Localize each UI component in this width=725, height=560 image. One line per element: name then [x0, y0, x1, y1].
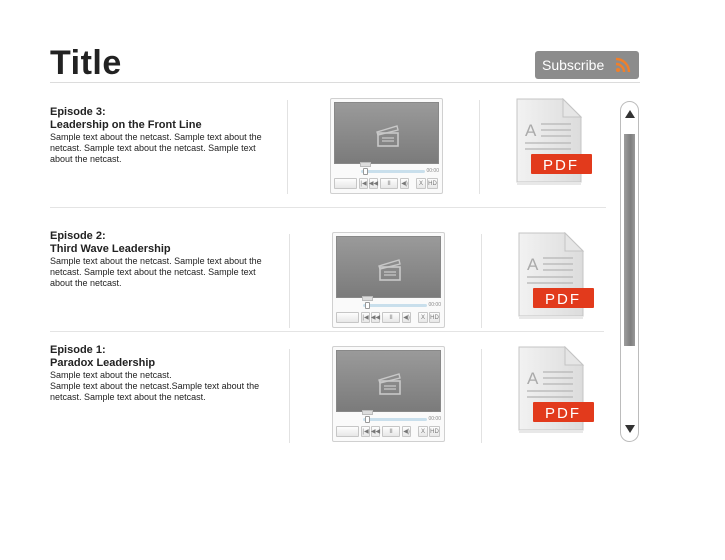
arrow-up-icon[interactable]: [625, 110, 635, 118]
close-button[interactable]: X: [418, 426, 428, 437]
column-divider: [289, 234, 290, 328]
timeline-tag: [360, 162, 371, 167]
pause-button[interactable]: II: [382, 312, 400, 323]
title-divider: [50, 82, 640, 83]
volume-button[interactable]: ◀): [402, 426, 411, 437]
video-player[interactable]: 00:00 |◀ ◀◀ II ◀) X HD: [330, 98, 443, 194]
clapperboard-icon: [376, 125, 399, 147]
close-button[interactable]: X: [416, 178, 426, 189]
volume-button[interactable]: ◀): [402, 312, 411, 323]
column-divider: [481, 234, 482, 328]
svg-text:A: A: [527, 369, 539, 388]
rewind-start-button[interactable]: |◀: [361, 312, 370, 323]
hd-button[interactable]: HD: [429, 426, 440, 437]
pdf-label: PDF: [545, 291, 581, 308]
column-divider: [289, 349, 290, 443]
column-divider: [479, 100, 480, 194]
video-screen[interactable]: [336, 236, 441, 298]
episode-description: Sample text about the netcast. Sample te…: [50, 132, 262, 164]
pdf-label: PDF: [545, 405, 581, 422]
subscribe-label: Subscribe: [542, 57, 605, 73]
row-divider: [50, 331, 604, 332]
arrow-down-icon[interactable]: [625, 425, 635, 433]
rewind-button[interactable]: ◀◀: [371, 312, 380, 323]
player-controls: |◀ ◀◀ II ◀) X HD: [334, 178, 439, 190]
timeline-handle[interactable]: [365, 416, 370, 423]
scrollbar[interactable]: [620, 101, 639, 442]
pdf-document-icon[interactable]: A PDF: [517, 232, 595, 320]
pause-button[interactable]: II: [380, 178, 398, 189]
player-time: 00:00: [426, 168, 439, 174]
pdf-document-icon[interactable]: A PDF: [515, 98, 593, 186]
timeline-tag: [362, 410, 373, 415]
episode-text: Episode 3: Leadership on the Front Line …: [50, 106, 275, 165]
player-controls: |◀ ◀◀ II ◀) X HD: [336, 312, 441, 324]
video-screen[interactable]: [336, 350, 441, 412]
clapperboard-icon: [378, 373, 401, 395]
scrollbar-thumb[interactable]: [624, 134, 635, 346]
timeline-handle[interactable]: [363, 168, 368, 175]
svg-text:A: A: [525, 121, 537, 140]
hd-button[interactable]: HD: [427, 178, 438, 189]
timeline-bar[interactable]: [363, 304, 427, 307]
episode-name: Third Wave Leadership: [50, 243, 171, 255]
volume-button[interactable]: ◀): [400, 178, 409, 189]
episode-number: Episode 2:: [50, 230, 106, 242]
pdf-label: PDF: [543, 157, 579, 174]
player-time: 00:00: [428, 302, 441, 308]
timeline-handle[interactable]: [365, 302, 370, 309]
player-controls: |◀ ◀◀ II ◀) X HD: [336, 426, 441, 438]
episode-number: Episode 3:: [50, 106, 106, 118]
play-button[interactable]: [334, 178, 357, 189]
rewind-start-button[interactable]: |◀: [359, 178, 368, 189]
play-button[interactable]: [336, 312, 359, 323]
episode-number: Episode 1:: [50, 344, 106, 356]
timeline-tag: [362, 296, 373, 301]
rewind-start-button[interactable]: |◀: [361, 426, 370, 437]
episode-description-line: Sample text about the netcast.: [50, 370, 172, 380]
clapperboard-icon: [378, 259, 401, 281]
episode-name: Leadership on the Front Line: [50, 119, 202, 131]
pause-button[interactable]: II: [382, 426, 400, 437]
episode-text: Episode 1: Paradox Leadership Sample tex…: [50, 344, 275, 403]
column-divider: [287, 100, 288, 194]
timeline-bar[interactable]: [363, 418, 427, 421]
rewind-button[interactable]: ◀◀: [371, 426, 380, 437]
video-player[interactable]: 00:00 |◀ ◀◀ II ◀) X HD: [332, 232, 445, 328]
pdf-document-icon[interactable]: A PDF: [517, 346, 595, 434]
page-title: Title: [50, 44, 122, 82]
timeline-bar[interactable]: [361, 170, 425, 173]
video-player[interactable]: 00:00 |◀ ◀◀ II ◀) X HD: [332, 346, 445, 442]
episode-description: Sample text about the netcast.Sample tex…: [50, 381, 260, 402]
video-screen[interactable]: [334, 102, 439, 164]
rewind-button[interactable]: ◀◀: [369, 178, 378, 189]
episode-description: Sample text about the netcast. Sample te…: [50, 256, 262, 288]
row-divider: [50, 207, 606, 208]
episode-text: Episode 2: Third Wave Leadership Sample …: [50, 230, 275, 289]
episode-name: Paradox Leadership: [50, 357, 156, 369]
rss-icon: [615, 57, 631, 73]
subscribe-button[interactable]: Subscribe: [535, 51, 639, 79]
column-divider: [481, 349, 482, 443]
hd-button[interactable]: HD: [429, 312, 440, 323]
player-time: 00:00: [428, 416, 441, 422]
close-button[interactable]: X: [418, 312, 428, 323]
svg-text:A: A: [527, 255, 539, 274]
play-button[interactable]: [336, 426, 359, 437]
